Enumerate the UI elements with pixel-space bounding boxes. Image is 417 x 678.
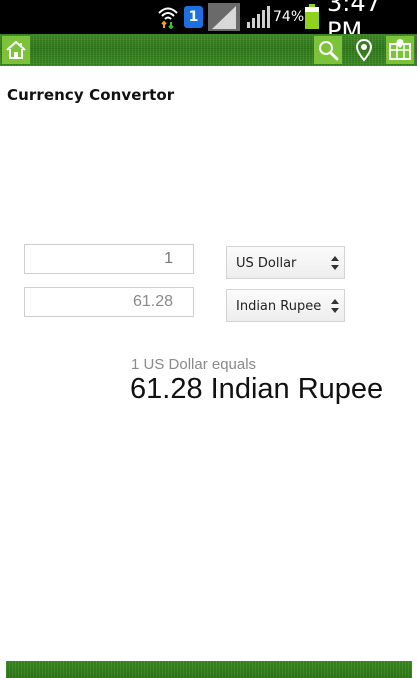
battery-icon [304, 0, 320, 34]
select-arrows-icon [331, 299, 339, 313]
sim-label: 1 [184, 6, 203, 28]
bottom-bar [6, 661, 412, 678]
to-amount-input[interactable] [24, 287, 194, 317]
from-amount-input[interactable] [24, 244, 194, 274]
map-button[interactable] [386, 36, 414, 64]
page-title: Currency Convertor [7, 86, 175, 104]
map-icon [389, 39, 411, 60]
location-pin-icon [355, 38, 373, 62]
from-currency-select[interactable]: US Dollar [226, 246, 345, 279]
search-icon [319, 41, 339, 61]
home-icon [6, 40, 26, 59]
result-value: 61.28 Indian Rupee [130, 373, 384, 405]
clock: 3:47 PM [327, 0, 381, 45]
select-arrows-icon [331, 256, 339, 270]
signal-strength-icon [208, 0, 240, 34]
app-toolbar [0, 34, 417, 66]
battery-percent: 74% [273, 9, 305, 25]
from-currency-label: US Dollar [236, 256, 297, 271]
cellular-signal-icon [246, 0, 272, 34]
to-currency-select[interactable]: Indian Rupee [226, 289, 345, 322]
search-button[interactable] [314, 36, 342, 64]
wifi-icon [157, 0, 179, 34]
to-currency-label: Indian Rupee [236, 299, 322, 314]
home-button[interactable] [2, 36, 30, 64]
location-button[interactable] [350, 36, 378, 64]
sim-icon: 1 [184, 0, 203, 34]
status-bar: 1 74% 3:47 PM [0, 0, 417, 45]
result-caption: 1 US Dollar equals [131, 356, 257, 373]
